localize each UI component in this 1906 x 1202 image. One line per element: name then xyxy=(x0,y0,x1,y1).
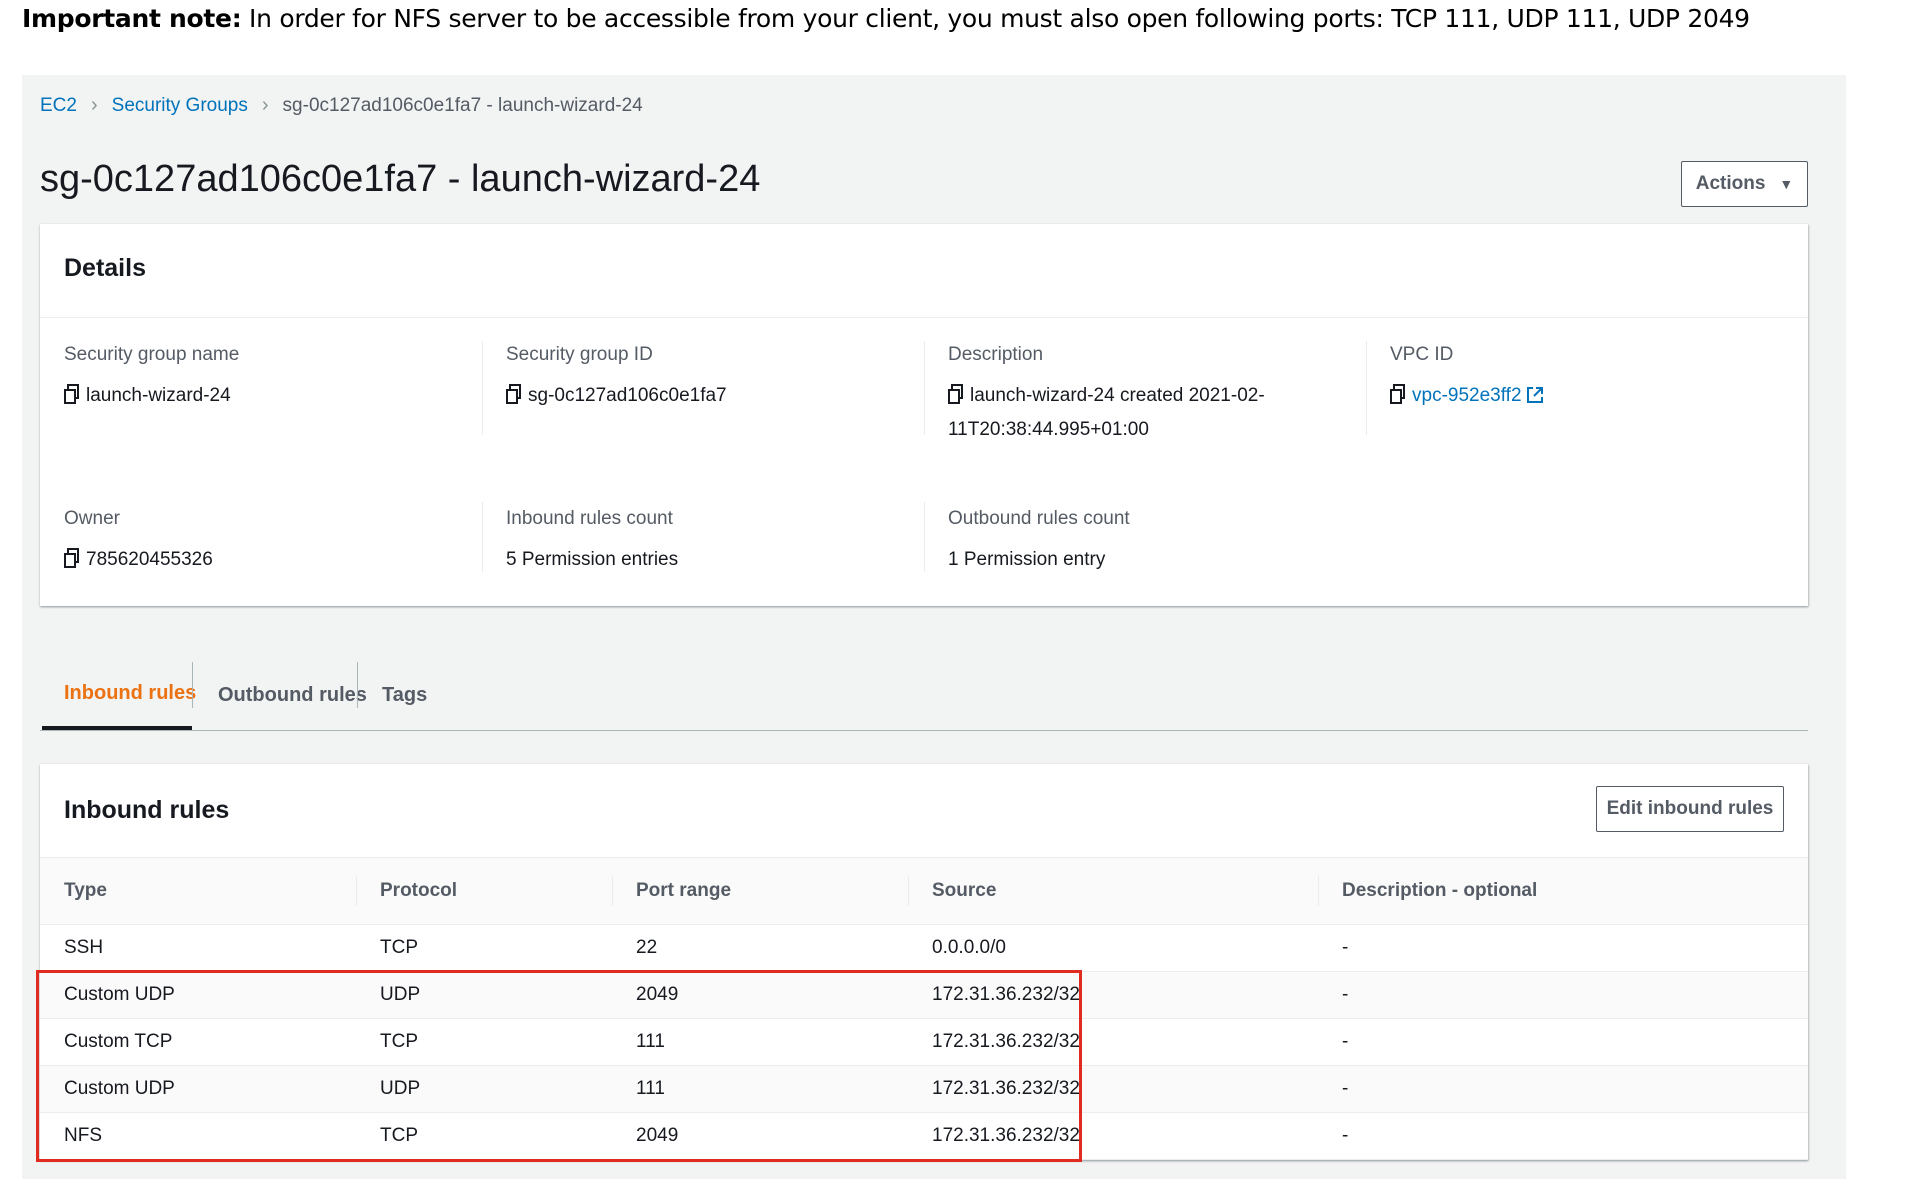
column-divider xyxy=(1318,876,1319,906)
chevron-right-icon: › xyxy=(261,94,269,116)
column-divider xyxy=(924,502,925,572)
actions-label: Actions xyxy=(1695,173,1766,194)
field-value-wrap: vpc-952e3ff2 xyxy=(1390,380,1544,414)
tab-inbound-rules[interactable]: Inbound rules xyxy=(42,660,196,730)
highlight-box xyxy=(36,970,1082,1162)
cell-description: - xyxy=(1318,1065,1808,1113)
important-note: Important note: In order for NFS server … xyxy=(22,4,1750,33)
column-header-port-range[interactable]: Port range xyxy=(612,858,908,925)
copy-icon[interactable] xyxy=(506,383,522,414)
column-divider xyxy=(612,876,613,906)
tab-divider xyxy=(192,662,193,708)
field-value-wrap: launch-wizard-24 xyxy=(64,380,239,414)
breadcrumb-security-groups[interactable]: Security Groups xyxy=(112,95,248,117)
note-bold: Important note: xyxy=(22,4,242,33)
chevron-right-icon: › xyxy=(90,94,98,116)
vpc-id-link[interactable]: vpc-952e3ff2 xyxy=(1412,385,1522,406)
column-header-label: Protocol xyxy=(380,880,458,901)
cell-description: - xyxy=(1318,971,1808,1019)
copy-icon[interactable] xyxy=(1390,383,1406,414)
column-divider xyxy=(924,341,925,435)
field-value: 5 Permission entries xyxy=(506,549,679,570)
table-header-row: Type Protocol Port range Source Descript… xyxy=(40,858,1808,925)
cell-type: SSH xyxy=(40,924,356,972)
cell-protocol: TCP xyxy=(356,924,612,972)
note-text: In order for NFS server to be accessible… xyxy=(241,4,1750,33)
field-value-wrap: 785620455326 xyxy=(64,544,213,578)
actions-button[interactable]: Actions ▼ xyxy=(1681,161,1808,207)
field-security-group-id: Security group ID sg-0c127ad106c0e1fa7 xyxy=(506,344,727,414)
column-header-label: Source xyxy=(932,880,997,901)
breadcrumb-ec2[interactable]: EC2 xyxy=(40,95,77,117)
field-value-wrap: sg-0c127ad106c0e1fa7 xyxy=(506,380,727,414)
column-header-type[interactable]: Type xyxy=(40,858,356,925)
details-header: Details xyxy=(40,224,1808,318)
column-header-protocol[interactable]: Protocol xyxy=(356,858,612,925)
field-description: Description launch-wizard-24 created 202… xyxy=(948,344,1265,445)
cell-description: - xyxy=(1318,924,1808,972)
field-owner: Owner 785620455326 xyxy=(64,508,213,578)
breadcrumb-current: sg-0c127ad106c0e1fa7 - launch-wizard-24 xyxy=(282,94,643,116)
field-label: Description xyxy=(948,344,1044,365)
breadcrumb: EC2 › Security Groups › sg-0c127ad106c0e… xyxy=(40,94,643,117)
column-header-label: Description - optional xyxy=(1342,880,1538,901)
field-security-group-name: Security group name launch-wizard-24 xyxy=(64,344,239,414)
copy-icon[interactable] xyxy=(948,383,964,414)
table-row[interactable]: SSH TCP 22 0.0.0.0/0 - xyxy=(40,924,1808,972)
column-header-label: Port range xyxy=(636,880,732,901)
details-card: Details Security group name launch-wizar… xyxy=(40,224,1808,606)
field-label: VPC ID xyxy=(1390,344,1454,365)
field-value: 1 Permission entry xyxy=(948,549,1106,570)
inbound-rules-header: Inbound rules xyxy=(40,764,1808,858)
field-label: Owner xyxy=(64,508,120,529)
column-header-source[interactable]: Source xyxy=(908,858,1318,925)
column-divider xyxy=(482,502,483,572)
field-label: Security group name xyxy=(64,344,240,365)
field-value-line2: 11T20:38:44.995+01:00 xyxy=(948,419,1149,440)
details-title: Details xyxy=(64,254,146,282)
field-value-wrap: launch-wizard-24 created 2021-02- 11T20:… xyxy=(948,380,1265,445)
inbound-rules-title: Inbound rules xyxy=(64,796,230,824)
caret-down-icon: ▼ xyxy=(1779,176,1794,192)
cell-description: - xyxy=(1318,1018,1808,1066)
tab-bar: Inbound rules Outbound rules Tags xyxy=(40,660,1808,731)
field-value: sg-0c127ad106c0e1fa7 xyxy=(528,385,727,406)
page-title: sg-0c127ad106c0e1fa7 - launch-wizard-24 xyxy=(40,158,761,200)
field-label: Outbound rules count xyxy=(948,508,1130,529)
column-divider xyxy=(1366,341,1367,435)
field-value: 785620455326 xyxy=(86,549,213,570)
copy-icon[interactable] xyxy=(64,383,80,414)
field-value-line1: launch-wizard-24 created 2021-02- xyxy=(970,385,1265,406)
external-link-icon[interactable] xyxy=(1526,383,1544,414)
field-outbound-rules-count: Outbound rules count 1 Permission entry xyxy=(948,508,1130,575)
tab-tags[interactable]: Tags xyxy=(358,660,438,730)
copy-icon[interactable] xyxy=(64,547,80,578)
cell-source: 0.0.0.0/0 xyxy=(908,924,1318,972)
field-value: launch-wizard-24 xyxy=(86,385,231,406)
field-label: Inbound rules count xyxy=(506,508,673,529)
cell-description: - xyxy=(1318,1112,1808,1160)
field-vpc-id: VPC ID vpc-952e3ff2 xyxy=(1390,344,1544,414)
column-divider xyxy=(356,876,357,906)
column-header-label: Type xyxy=(64,880,107,901)
field-label: Security group ID xyxy=(506,344,653,365)
column-divider xyxy=(908,876,909,906)
column-divider xyxy=(482,341,483,435)
tab-divider xyxy=(357,662,358,708)
cell-port-range: 22 xyxy=(612,924,908,972)
field-inbound-rules-count: Inbound rules count 5 Permission entries xyxy=(506,508,678,575)
edit-inbound-rules-button[interactable]: Edit inbound rules xyxy=(1596,786,1784,832)
tab-outbound-rules[interactable]: Outbound rules xyxy=(194,660,367,730)
column-header-description[interactable]: Description - optional xyxy=(1318,858,1808,925)
